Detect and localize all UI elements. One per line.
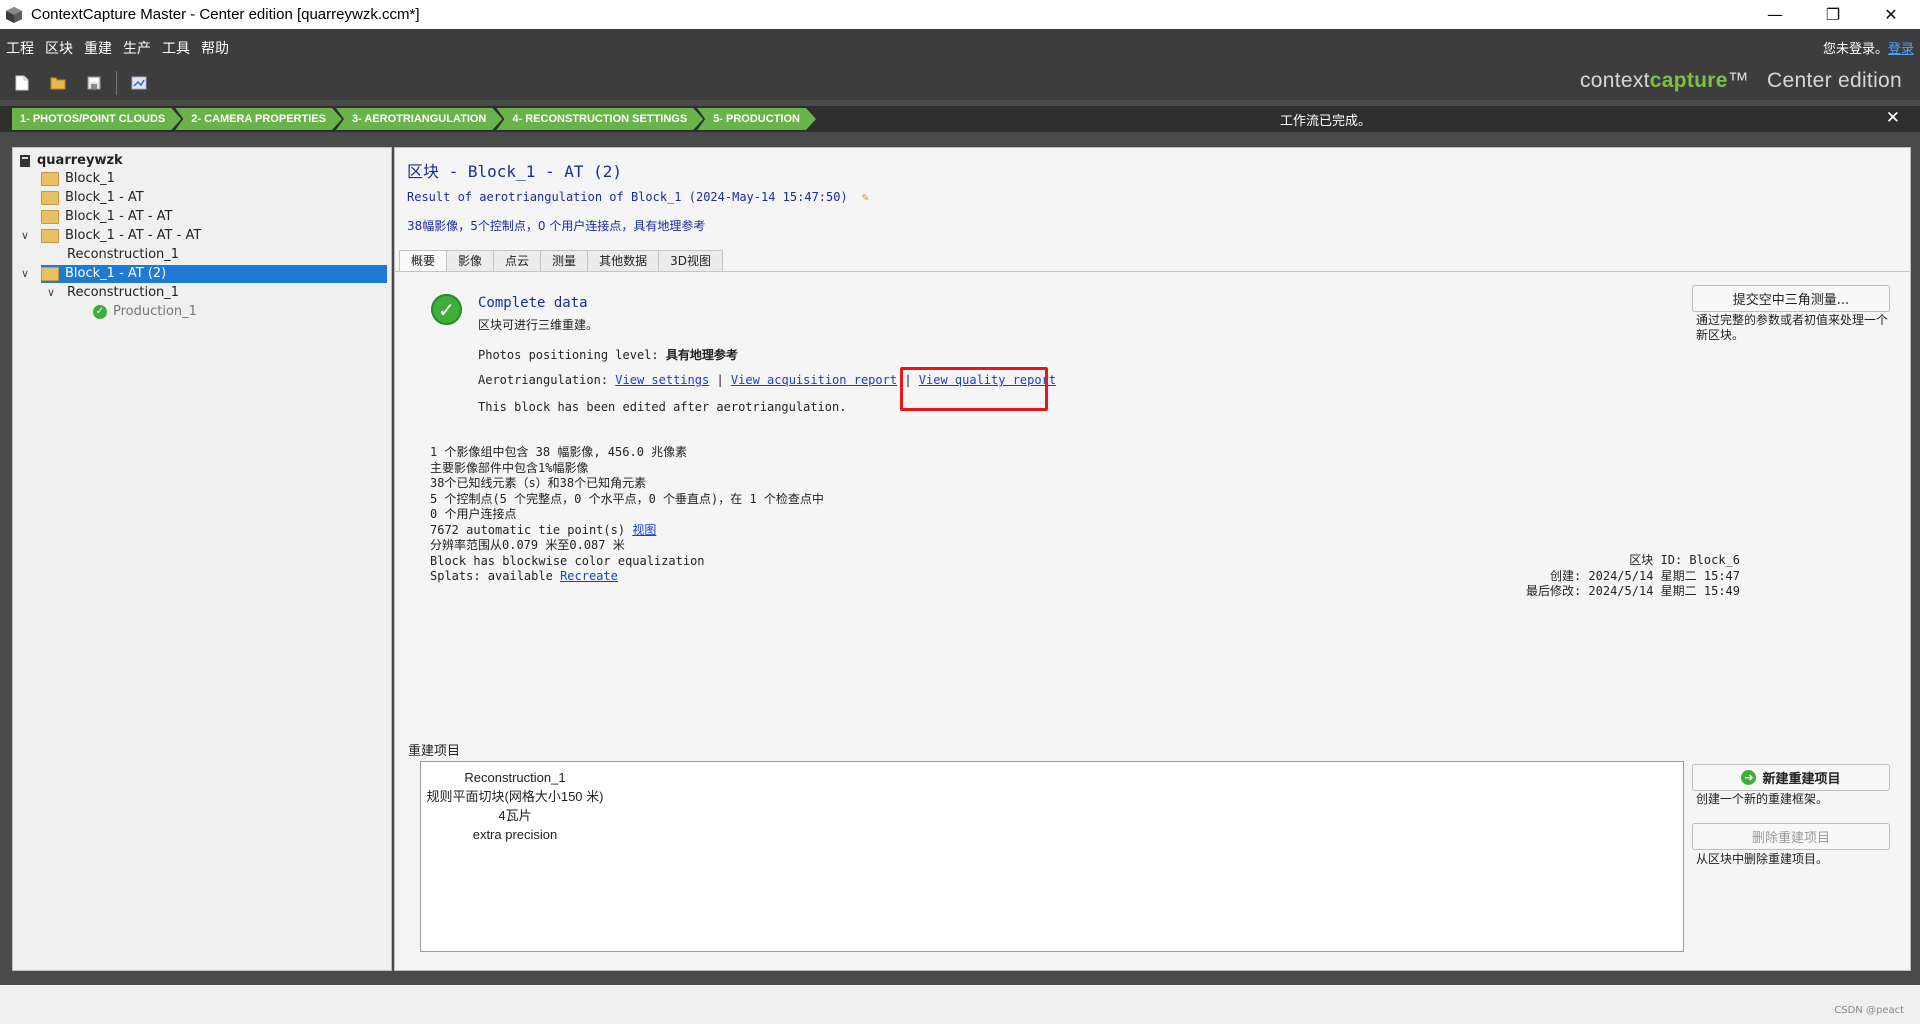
workflow-step-aerotriangulation[interactable]: 3- AEROTRIANGULATION	[336, 108, 502, 130]
workflow-close-icon[interactable]: ✕	[1886, 108, 1900, 128]
complete-status: Complete data	[478, 295, 588, 311]
tree-item-reconstruction-2[interactable]: ∨ Reconstruction_1	[47, 284, 179, 302]
folder-icon	[41, 210, 59, 224]
menu-production[interactable]: 生产	[118, 38, 156, 58]
screenshot-icon[interactable]	[125, 69, 153, 97]
tree-root-label: quarreywzk	[37, 153, 123, 168]
chevron-down-icon[interactable]: ∨	[21, 227, 29, 245]
login-text: 您未登录。	[1822, 42, 1888, 57]
rebuild-ready-text: 区块可进行三维重建。	[478, 318, 599, 332]
pencil-icon[interactable]: ✎	[862, 190, 869, 204]
tree-item-reconstruction[interactable]: Reconstruction_1	[67, 246, 179, 264]
login-status: 您未登录。登录	[1823, 38, 1914, 57]
tree-item-block-at-at[interactable]: Block_1 - AT - AT	[41, 208, 173, 226]
tree-item-block-at-2[interactable]: ∨ Block_1 - AT (2)	[21, 265, 387, 283]
close-window-button[interactable]: ✕	[1862, 0, 1920, 29]
workflow-step-photos[interactable]: 1- PHOTOS/POINT CLOUDS	[12, 108, 181, 130]
check-icon: ✓	[93, 305, 107, 319]
folder-icon	[41, 267, 59, 281]
window-title: ContextCapture Master - Center edition […	[31, 6, 420, 23]
tree-item-block-at-at-at[interactable]: ∨ Block_1 - AT - AT - AT	[21, 227, 201, 245]
login-link[interactable]: 登录	[1888, 42, 1914, 57]
delete-reconstruction-button[interactable]: 删除重建项目	[1692, 823, 1890, 850]
status-bar: CSDN @peact	[0, 985, 1920, 1024]
tree-item-block-at[interactable]: Block_1 - AT	[41, 189, 144, 207]
minimize-button[interactable]: —	[1746, 0, 1804, 29]
workflow-status: 工作流已完成。	[1280, 114, 1372, 129]
open-folder-icon[interactable]	[44, 69, 72, 97]
tab-surveys[interactable]: 测量	[540, 250, 589, 271]
tab-photos[interactable]: 影像	[446, 250, 495, 271]
view-acquisition-report-link[interactable]: View acquisition report	[731, 373, 897, 387]
menu-reconstruction[interactable]: 重建	[79, 38, 117, 58]
view-settings-link[interactable]: View settings	[615, 373, 709, 387]
block-summary: 38幅影像，5个控制点，0 个用户连接点，具有地理参考	[407, 219, 706, 233]
tree-item-production[interactable]: ✓ Production_1	[93, 303, 197, 321]
reconstructions-list: Reconstruction_1 规则平面切块(网格大小150 米) 4瓦片 e…	[420, 761, 1684, 952]
save-icon[interactable]	[80, 69, 108, 97]
brand-logo: contextcapture™ Center edition	[1579, 69, 1902, 92]
folder-icon	[41, 172, 59, 186]
title-bar: ContextCapture Master - Center edition […	[0, 0, 1920, 29]
highlight-box	[900, 367, 1048, 411]
submit-aerotriangulation-button[interactable]: 提交空中三角测量...	[1692, 285, 1890, 312]
block-stats: 1 个影像组中包含 38 幅影像, 456.0 兆像素 主要影像部件中包含1%幅…	[430, 445, 824, 583]
workflow-step-camera[interactable]: 2- CAMERA PROPERTIES	[175, 108, 342, 130]
tab-general[interactable]: 概要	[399, 250, 448, 272]
new-reconstruction-desc: 创建一个新的重建框架。	[1696, 792, 1829, 806]
menu-project[interactable]: 工程	[1, 38, 39, 58]
chevron-down-icon[interactable]: ∨	[21, 265, 29, 283]
menu-bar: 工程 区块 重建 生产 工具 帮助 您未登录。登录	[0, 29, 1920, 66]
new-file-icon[interactable]	[8, 69, 36, 97]
tab-bar: 概要 影像 点云 测量 其他数据 3D视图	[399, 250, 723, 272]
workflow-step-reconstruction[interactable]: 4- RECONSTRUCTION SETTINGS	[496, 108, 703, 130]
watermark: CSDN @peact	[1834, 1005, 1904, 1016]
tab-point-clouds[interactable]: 点云	[493, 250, 542, 271]
recreate-splats-link[interactable]: Recreate	[560, 569, 618, 583]
positioning-level: Photos positioning level: 具有地理参考	[478, 348, 738, 362]
workflow-step-production[interactable]: 5- PRODUCTION	[697, 108, 816, 130]
delete-reconstruction-desc: 从区块中删除重建项目。	[1696, 852, 1829, 866]
reconstruction-item[interactable]: Reconstruction_1 规则平面切块(网格大小150 米) 4瓦片 e…	[425, 768, 605, 844]
tab-3d-view[interactable]: 3D视图	[658, 250, 723, 271]
menu-tools[interactable]: 工具	[157, 38, 195, 58]
project-icon	[20, 155, 30, 167]
workflow-bar: 1- PHOTOS/POINT CLOUDS 2- CAMERA PROPERT…	[0, 106, 1920, 132]
reconstructions-label: 重建项目	[408, 744, 461, 759]
menu-help[interactable]: 帮助	[196, 38, 234, 58]
tab-divider	[395, 271, 1910, 272]
folder-icon	[41, 229, 59, 243]
folder-icon	[41, 191, 59, 205]
app-icon	[6, 6, 22, 23]
block-panel: 区块 - Block_1 - AT (2) Result of aerotria…	[394, 147, 1911, 971]
toolbar: contextcapture™ Center edition	[0, 66, 1920, 100]
submit-aerotriangulation-desc: 通过完整的参数或者初值来处理一个新区块。	[1696, 313, 1889, 342]
tree-item-block[interactable]: Block_1	[41, 170, 115, 188]
new-reconstruction-button[interactable]: ➜ 新建重建项目	[1692, 764, 1890, 791]
tree-root[interactable]: quarreywzk	[19, 152, 123, 170]
tab-other-data[interactable]: 其他数据	[587, 250, 660, 271]
result-line: Result of aerotriangulation of Block_1 (…	[407, 190, 869, 204]
block-metadata: 区块 ID: Block_6 创建: 2024/5/14 星期二 15:47 最…	[1525, 553, 1740, 598]
add-icon: ➜	[1741, 770, 1757, 785]
toolbar-separator	[116, 71, 117, 95]
block-title: 区块 - Block_1 - AT (2)	[407, 162, 623, 181]
menu-block[interactable]: 区块	[40, 38, 78, 58]
view-tie-points-link[interactable]: 视图	[632, 523, 656, 537]
chevron-down-icon[interactable]: ∨	[47, 284, 55, 302]
maximize-button[interactable]: ❐	[1804, 0, 1862, 29]
project-tree: quarreywzk Block_1 Block_1 - AT Block_1 …	[12, 147, 392, 971]
edited-note: This block has been edited after aerotri…	[478, 400, 847, 414]
complete-check-icon: ✓	[431, 294, 462, 325]
